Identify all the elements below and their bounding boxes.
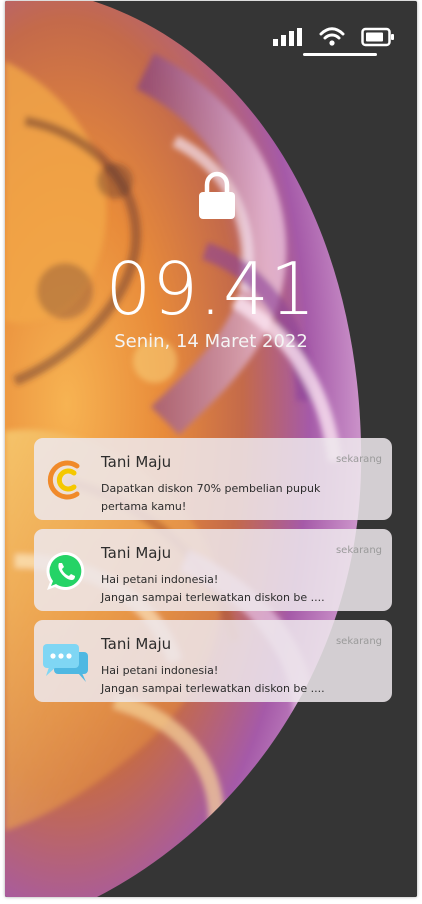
notification-card[interactable]: Tani Maju sekarang Hai petani indonesia!… xyxy=(34,529,392,611)
clock-time: 09.41 xyxy=(105,247,317,331)
lock-icon xyxy=(199,171,235,219)
notification-line: Jangan sampai terlewatkan diskon be .... xyxy=(101,591,325,604)
lock-date: Senin, 14 Maret 2022 xyxy=(114,331,308,352)
notification-card[interactable]: Tani Maju sekarang Hai petani indonesia!… xyxy=(34,620,392,702)
status-bar xyxy=(273,25,395,49)
notification-app-name: Tani Maju xyxy=(101,453,172,471)
notification-message: Hai petani indonesia! Jangan sampai terl… xyxy=(101,662,381,698)
notification-app-name: Tani Maju xyxy=(101,544,172,562)
notification-time: sekarang xyxy=(335,454,382,465)
notification-line: Dapatkan diskon 70% pembelian pupuk xyxy=(101,482,321,495)
notification-message: Dapatkan diskon 70% pembelian pupuk pert… xyxy=(101,480,381,516)
tani-maju-logo-icon xyxy=(47,460,80,500)
notification-line: pertama kamu! xyxy=(101,500,187,513)
notification-line: Hai petani indonesia! xyxy=(101,664,219,677)
notification-time: sekarang xyxy=(335,545,382,556)
notification-card[interactable]: Tani Maju sekarang Dapatkan diskon 70% p… xyxy=(34,438,392,520)
status-underline xyxy=(303,53,377,56)
phone-screen: 09.41 Senin, 14 Maret 2022 Tani Maju sek… xyxy=(5,1,417,897)
wifi-icon xyxy=(319,27,345,46)
message-bubbles-icon xyxy=(43,644,88,682)
notification-app-name: Tani Maju xyxy=(101,635,172,653)
notification-line: Hai petani indonesia! xyxy=(101,573,219,586)
notification-time: sekarang xyxy=(335,636,382,647)
signal-bars-icon xyxy=(273,28,302,46)
whatsapp-icon xyxy=(46,551,85,590)
battery-icon xyxy=(361,27,394,47)
notification-message: Hai petani indonesia! Jangan sampai terl… xyxy=(101,571,381,607)
notification-line: Jangan sampai terlewatkan diskon be .... xyxy=(101,682,325,695)
